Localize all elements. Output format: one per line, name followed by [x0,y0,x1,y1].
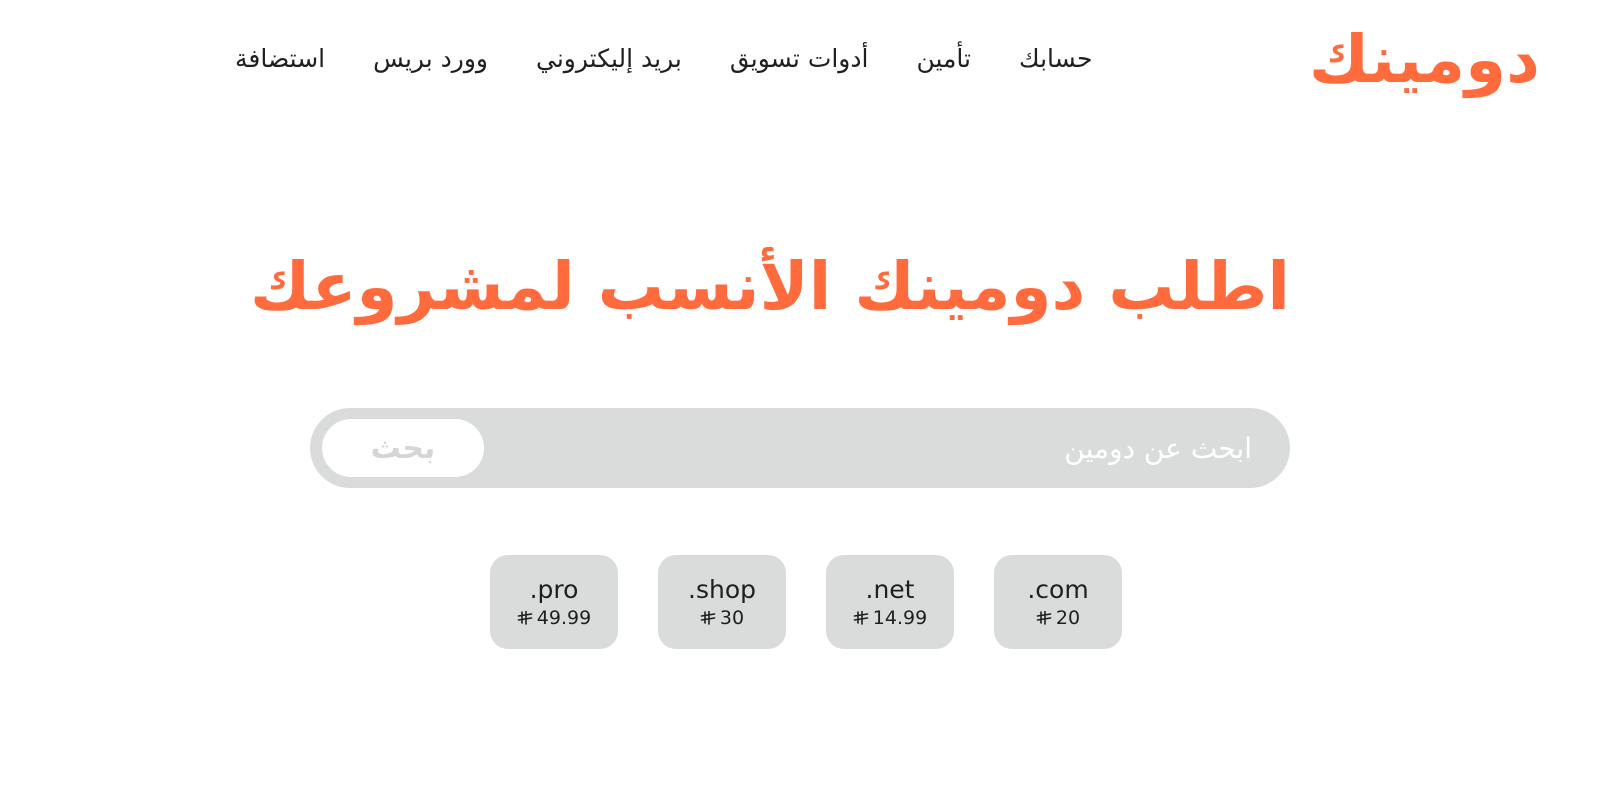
tld-price-value: 30 [719,606,745,629]
nav-account[interactable]: حسابك [1019,44,1092,73]
tld-card[interactable]: .net 14.99 [826,555,954,649]
nav-hosting[interactable]: استضافة [235,44,325,73]
search-button[interactable]: بحث [322,419,484,477]
domain-search-input[interactable] [632,418,1252,478]
tld-extension: .shop [688,575,756,605]
tld-price-list: .pro 49.99 .shop 30 .net 14.99 .com 20 [490,555,1125,649]
tld-card[interactable]: .com 20 [994,555,1122,649]
tld-price: 30 [700,606,745,629]
tld-price: 14.99 [853,606,928,629]
tld-extension: .com [1027,575,1089,605]
main-nav: استضافة وورد بريس بريد إليكتروني أدوات ت… [235,36,1235,80]
domain-search-bar: بحث [310,408,1290,488]
saudi-riyal-icon [700,610,716,626]
nav-security[interactable]: تأمين [916,44,971,73]
tld-price-value: 14.99 [872,606,928,629]
tld-price: 49.99 [517,606,592,629]
tld-extension: .pro [529,575,579,605]
tld-price-value: 20 [1055,606,1081,629]
tld-card[interactable]: .shop 30 [658,555,786,649]
nav-email[interactable]: بريد إليكتروني [536,44,682,73]
nav-marketing-tools[interactable]: أدوات تسويق [730,44,869,73]
tld-extension: .net [865,575,915,605]
saudi-riyal-icon [853,610,869,626]
nav-wordpress[interactable]: وورد بريس [373,44,488,73]
saudi-riyal-icon [1036,610,1052,626]
tld-price: 20 [1036,606,1081,629]
hero-title: اطلب دومينك الأنسب لمشروعك [249,248,1290,325]
brand-logo[interactable]: دومينك [1309,14,1540,106]
page: دومينك استضافة وورد بريس بريد إليكتروني … [0,0,1600,805]
tld-card[interactable]: .pro 49.99 [490,555,618,649]
saudi-riyal-icon [517,610,533,626]
tld-price-value: 49.99 [536,606,592,629]
